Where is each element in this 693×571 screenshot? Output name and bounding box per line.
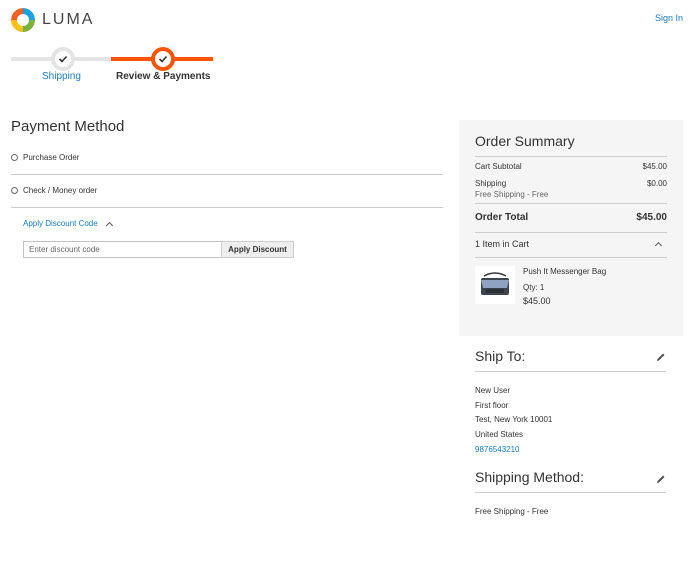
payment-option-label: Purchase Order [23,153,80,162]
divider [475,371,666,372]
product-thumbnail [475,266,515,304]
divider [475,492,666,493]
product-name: Push It Messenger Bag [523,267,607,276]
divider [475,232,667,233]
step-review-label: Review & Payments [116,71,211,82]
divider [11,174,443,175]
radio-check-money-order[interactable] [11,187,18,194]
shipping-row: Shipping $0.00 [475,179,667,188]
ship-to-title: Ship To: [475,348,526,364]
shipping-method-note: Free Shipping - Free [475,190,549,199]
ship-to-street: First floor [475,401,509,410]
chevron-up-icon [654,241,663,250]
product-qty: Qty: 1 [523,283,545,292]
cart-subtotal-value: $45.00 [642,162,667,171]
edit-pencil-icon[interactable] [656,352,666,362]
product-price: $45.00 [523,296,551,306]
items-in-cart-toggle[interactable]: 1 Item in Cart [475,239,667,250]
checkmark-icon [158,55,168,63]
luma-logo-icon [11,8,35,32]
ship-to-phone-link[interactable]: 9876543210 [475,445,520,454]
step-shipping-label[interactable]: Shipping [42,71,81,82]
divider [475,156,667,157]
order-summary-panel: Order Summary Cart Subtotal $45.00 Shipp… [459,120,683,336]
step-shipping-marker[interactable] [51,47,75,71]
payment-option-check-money-order[interactable]: Check / Money order [11,186,443,195]
step-review-marker [151,47,175,71]
divider [475,257,667,258]
apply-discount-toggle[interactable]: Apply Discount Code [23,219,113,229]
shipping-label: Shipping [475,179,507,188]
order-summary-title: Order Summary [475,133,575,149]
apply-discount-label: Apply Discount Code [23,219,98,228]
radio-purchase-order[interactable] [11,154,18,161]
messenger-bag-icon [481,272,509,295]
sign-in-link[interactable]: Sign In [655,13,683,23]
shipping-method-value: Free Shipping - Free [475,507,549,516]
logo-text: LUMA [42,11,95,28]
divider [475,203,667,204]
order-total-label: Order Total [475,212,529,223]
items-in-cart-label: 1 Item in Cart [475,239,530,249]
cart-subtotal-label: Cart Subtotal [475,162,522,171]
shipping-value: $0.00 [646,179,667,188]
order-total-row: Order Total $45.00 [475,212,667,223]
chevron-up-icon [105,221,113,229]
order-total-value: $45.00 [636,212,667,223]
discount-code-input[interactable] [23,241,222,258]
apply-discount-button[interactable]: Apply Discount [221,241,294,258]
divider [11,207,443,208]
ship-to-city: Test, New York 10001 [475,415,553,424]
logo[interactable]: LUMA [11,8,94,32]
ship-to-country: United States [475,430,524,439]
payment-method-title: Payment Method [11,118,125,135]
edit-pencil-icon[interactable] [656,474,666,484]
payment-option-label: Check / Money order [23,186,98,195]
cart-subtotal-row: Cart Subtotal $45.00 [475,162,667,171]
shipping-method-title: Shipping Method: [475,469,584,485]
checkmark-icon [58,55,68,63]
payment-option-purchase-order[interactable]: Purchase Order [11,153,443,162]
ship-to-name: New User [475,386,511,395]
